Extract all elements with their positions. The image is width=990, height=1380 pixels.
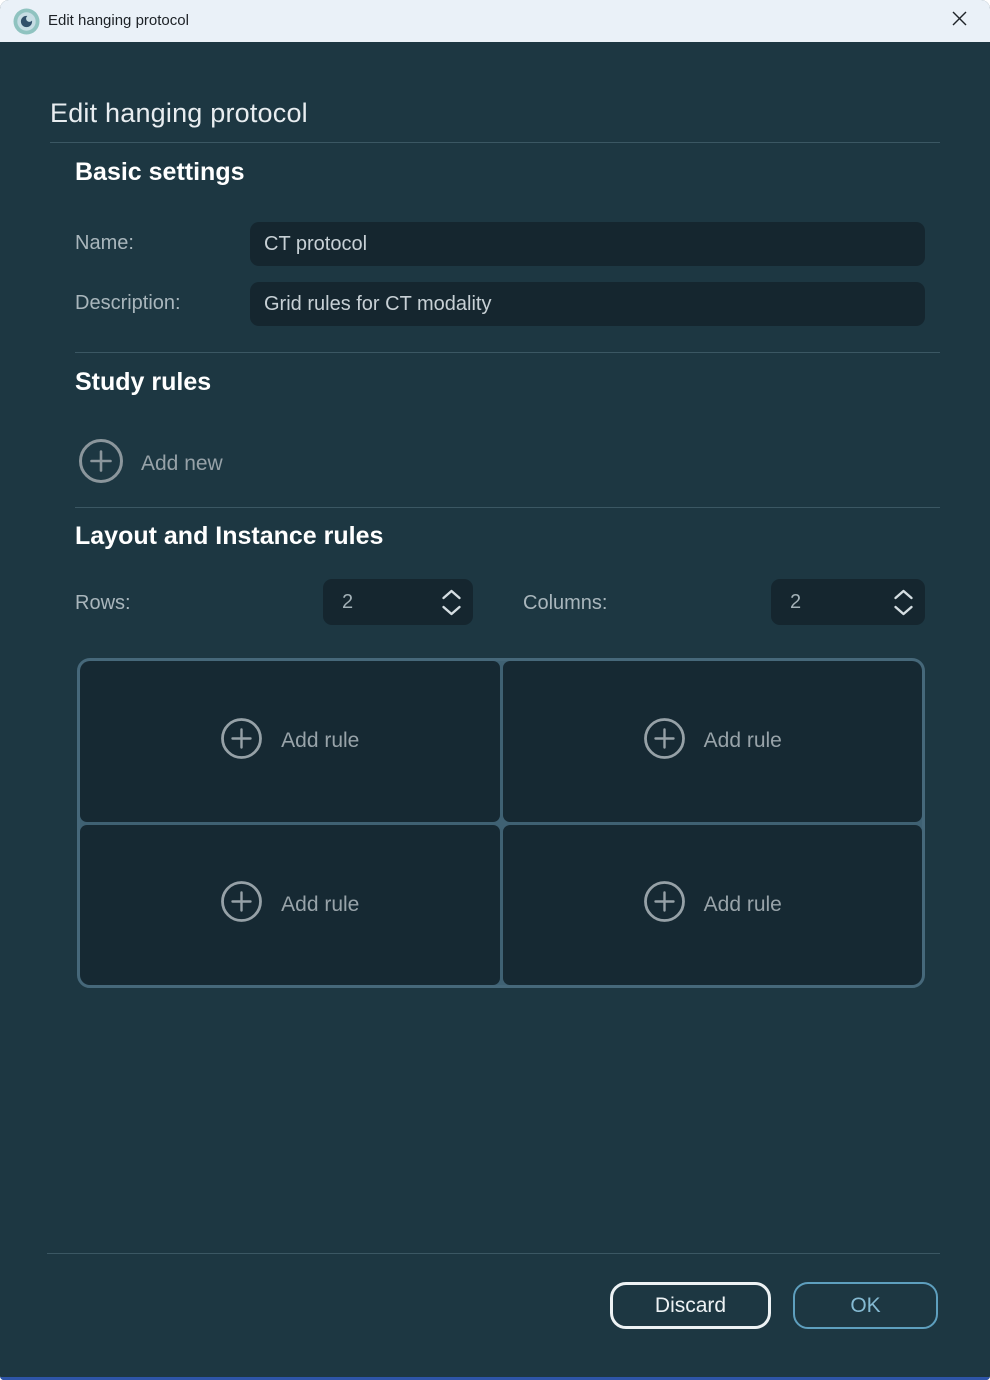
chevron-down-icon xyxy=(441,604,462,619)
edit-hanging-protocol-dialog: Edit hanging protocol Edit hanging proto… xyxy=(0,0,990,1380)
plus-icon xyxy=(643,880,686,929)
rows-spinner[interactable]: 2 xyxy=(323,579,473,625)
add-rule-cell-4[interactable]: Add rule xyxy=(503,825,923,986)
ok-button[interactable]: OK xyxy=(793,1282,938,1329)
close-button[interactable] xyxy=(936,0,982,40)
plus-icon xyxy=(220,717,263,766)
columns-decrement-button[interactable] xyxy=(893,605,914,616)
plus-icon xyxy=(643,717,686,766)
chevron-up-icon xyxy=(441,588,462,603)
chevron-up-icon xyxy=(893,588,914,603)
rows-label: Rows: xyxy=(75,592,131,615)
name-input[interactable] xyxy=(250,222,925,266)
description-input[interactable] xyxy=(250,282,925,326)
name-label: Name: xyxy=(75,232,134,255)
plus-icon xyxy=(78,438,124,490)
plus-icon xyxy=(220,880,263,929)
columns-increment-button[interactable] xyxy=(893,589,914,600)
add-rule-label: Add rule xyxy=(704,893,782,917)
add-rule-cell-2[interactable]: Add rule xyxy=(503,661,923,822)
add-rule-label: Add rule xyxy=(281,893,359,917)
add-new-label: Add new xyxy=(141,452,223,476)
add-rule-label: Add rule xyxy=(704,729,782,753)
columns-label: Columns: xyxy=(523,592,607,615)
app-logo-icon xyxy=(13,8,40,35)
chevron-down-icon xyxy=(893,604,914,619)
rows-value: 2 xyxy=(342,591,441,614)
section-title-layout-rules: Layout and Instance rules xyxy=(75,522,383,551)
divider xyxy=(75,352,940,353)
window-titlebar[interactable]: Edit hanging protocol xyxy=(0,0,990,42)
discard-button[interactable]: Discard xyxy=(610,1282,771,1329)
add-new-button[interactable]: Add new xyxy=(78,438,223,490)
dialog-heading: Edit hanging protocol xyxy=(50,98,308,129)
close-icon xyxy=(952,11,967,29)
columns-value: 2 xyxy=(790,591,893,614)
section-title-basic-settings: Basic settings xyxy=(75,158,245,187)
divider xyxy=(75,507,940,508)
add-rule-label: Add rule xyxy=(281,729,359,753)
window-title: Edit hanging protocol xyxy=(48,0,189,42)
layout-grid: Add rule Add rule Add rule xyxy=(77,658,925,988)
rows-increment-button[interactable] xyxy=(441,589,462,600)
columns-spinner[interactable]: 2 xyxy=(771,579,925,625)
divider xyxy=(47,1253,940,1254)
description-label: Description: xyxy=(75,292,181,315)
add-rule-cell-3[interactable]: Add rule xyxy=(80,825,500,986)
rows-decrement-button[interactable] xyxy=(441,605,462,616)
section-title-study-rules: Study rules xyxy=(75,368,211,397)
divider xyxy=(50,142,940,143)
add-rule-cell-1[interactable]: Add rule xyxy=(80,661,500,822)
